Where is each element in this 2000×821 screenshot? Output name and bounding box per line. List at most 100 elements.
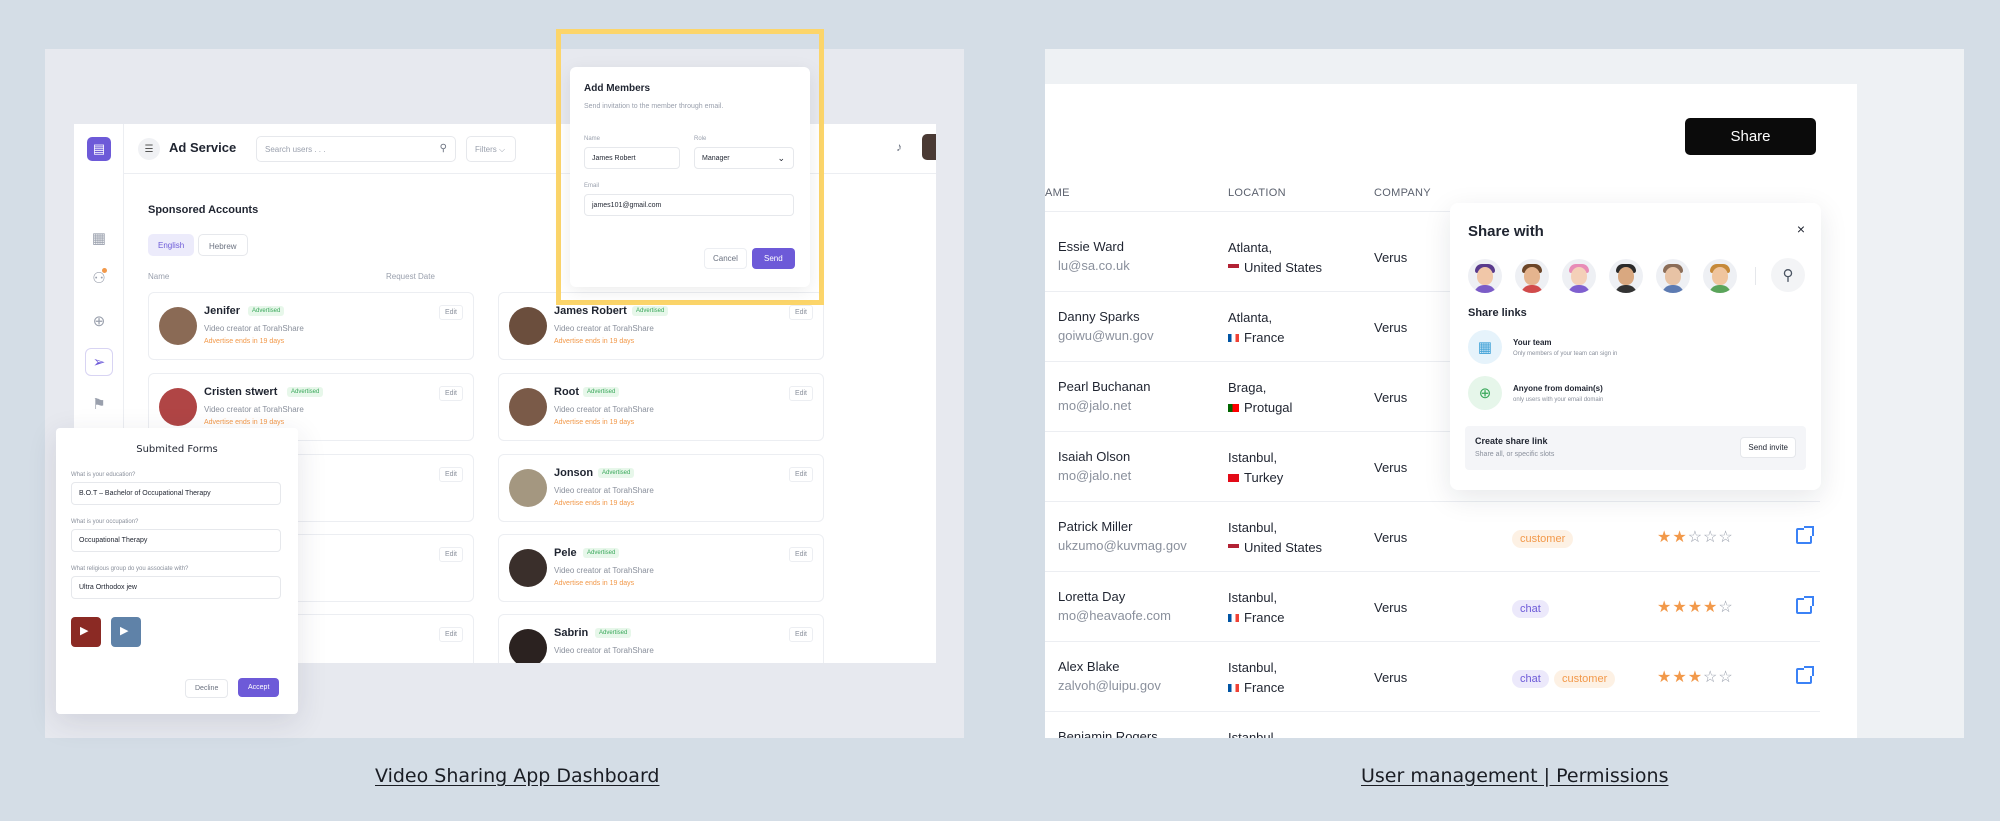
avatar — [509, 388, 547, 426]
app-title: Ad Service — [169, 140, 237, 155]
answer-occupation[interactable]: Occupational Therapy — [71, 529, 281, 552]
role-select[interactable]: Manager ⌄ — [694, 147, 794, 169]
account-card[interactable]: Pele Advertised Video creator at TorahSh… — [498, 534, 824, 602]
status-badge: Advertised — [287, 387, 324, 397]
user-name: Danny Sparks — [1058, 309, 1140, 324]
avatar[interactable] — [1609, 259, 1643, 293]
divider — [1045, 501, 1820, 502]
account-card[interactable]: Jenifer Advertised Video creator at Tora… — [148, 292, 474, 360]
domain-title[interactable]: Anyone from domain(s) — [1513, 384, 1603, 393]
pt-flag-icon — [1228, 404, 1239, 412]
answer-religious-group[interactable]: Ultra Orthodox jew — [71, 576, 281, 599]
rating-stars: ★★☆☆☆ — [1657, 529, 1734, 546]
user-email: goiwu@wun.gov — [1058, 328, 1154, 343]
user-email: lu@sa.co.uk — [1058, 258, 1130, 273]
external-link-icon[interactable] — [1796, 526, 1814, 544]
rating-stars: ★★★★☆ — [1657, 599, 1734, 616]
account-card[interactable]: Sabrin Advertised Video creator at Torah… — [498, 614, 824, 663]
notification-dot — [102, 268, 107, 273]
name-field[interactable]: James Robert — [584, 147, 680, 169]
avatar[interactable] — [1515, 259, 1549, 293]
answer-education[interactable]: B.O.T – Bachelor of Occupational Therapy — [71, 482, 281, 505]
edit-button[interactable]: Edit — [788, 386, 813, 401]
avatar[interactable] — [1468, 259, 1502, 293]
avatar — [159, 307, 197, 345]
account-role: Video creator at TorahShare — [204, 405, 304, 414]
user-country: France — [1228, 610, 1284, 625]
status-badge: Advertised — [248, 306, 285, 316]
user-name: Benjamin Rogers — [1058, 729, 1158, 738]
right-caption[interactable]: User management | Permissions — [1361, 765, 1668, 787]
cancel-button[interactable]: Cancel — [704, 248, 747, 269]
avatar[interactable] — [1562, 259, 1596, 293]
tab-english[interactable]: English — [148, 234, 195, 256]
menu-icon[interactable]: ☰ — [138, 138, 160, 160]
play-icon: ▶ — [120, 625, 129, 637]
share-button[interactable]: Share — [1685, 118, 1816, 155]
account-role: Video creator at TorahShare — [204, 324, 304, 333]
flag-icon[interactable]: ⚑ — [85, 390, 113, 418]
play-icon: ▶ — [80, 625, 89, 637]
edit-button[interactable]: Edit — [788, 467, 813, 482]
divider — [1045, 571, 1820, 572]
edit-button[interactable]: Edit — [788, 547, 813, 562]
avatar[interactable] — [1656, 259, 1690, 293]
external-link-icon[interactable] — [1796, 666, 1814, 684]
email-label: Email — [584, 183, 600, 189]
external-link-icon[interactable] — [1796, 596, 1814, 614]
edit-button[interactable]: Edit — [438, 305, 463, 320]
name-label: Name — [584, 136, 601, 142]
your-team-title[interactable]: Your team — [1513, 338, 1552, 347]
dashboard-icon[interactable]: ▦ — [85, 224, 113, 252]
status-badge: Advertised — [583, 548, 620, 558]
video-thumbnail[interactable]: ▶ — [111, 617, 141, 647]
send-icon[interactable]: ➢ — [85, 348, 113, 376]
accept-button[interactable]: Accept — [238, 678, 280, 697]
user-city: Atlanta, — [1228, 310, 1273, 325]
account-card[interactable]: Root Advertised Video creator at TorahSh… — [498, 373, 824, 441]
edit-button[interactable]: Edit — [438, 467, 463, 482]
column-header-location: LOCATION — [1228, 187, 1286, 199]
email-field[interactable]: james101@gmail.com — [584, 194, 794, 216]
right-showcase-frame: Share AME LOCATION COMPANY Essie Ward lu… — [1045, 49, 1964, 738]
send-invite-button[interactable]: Send invite — [1740, 437, 1796, 458]
account-card[interactable]: Jonson Advertised Video creator at Torah… — [498, 454, 824, 522]
user-company: Verus — [1374, 390, 1408, 405]
your-team-subtitle: Only members of your team can sign in — [1513, 351, 1618, 357]
close-icon[interactable]: × — [1797, 221, 1805, 237]
edit-button[interactable]: Edit — [788, 627, 813, 642]
modal-title: Add Members — [584, 83, 651, 94]
advertise-expiry: Advertise ends in 19 days — [204, 338, 285, 345]
domain-subtitle: only users with your email domain — [1513, 397, 1604, 403]
user-country: Turkey — [1228, 470, 1283, 485]
tab-hebrew[interactable]: Hebrew — [198, 234, 248, 256]
tag-customer: customer — [1554, 670, 1616, 688]
modal-subtitle: Send invitation to the member through em… — [584, 103, 724, 110]
account-role: Video creator at TorahShare — [554, 566, 654, 575]
user-name: Isaiah Olson — [1058, 449, 1131, 464]
avatar[interactable] — [922, 134, 936, 160]
app-logo-icon[interactable]: ▤ — [87, 137, 111, 161]
avatar[interactable] — [1703, 259, 1737, 293]
edit-button[interactable]: Edit — [438, 386, 463, 401]
send-button[interactable]: Send — [752, 248, 795, 269]
user-email: mo@jalo.net — [1058, 468, 1132, 483]
add-circle-icon[interactable]: ⊕ — [85, 307, 113, 335]
search-icon[interactable]: ⚲ — [1771, 258, 1805, 292]
edit-button[interactable]: Edit — [438, 627, 463, 642]
edit-button[interactable]: Edit — [438, 547, 463, 562]
filters-button[interactable]: Filters ⌵ — [466, 136, 516, 162]
user-email: zalvoh@luipu.gov — [1058, 678, 1161, 693]
bell-icon[interactable]: ♪ — [896, 140, 902, 154]
fr-flag-icon — [1228, 614, 1239, 622]
search-input[interactable]: Search users . . . ⚲ — [256, 136, 456, 162]
decline-button[interactable]: Decline — [185, 679, 229, 698]
edit-button[interactable]: Edit — [788, 305, 813, 320]
create-share-link-subtitle: Share all, or specific slots — [1475, 451, 1555, 458]
user-city: Istanbul, — [1228, 590, 1278, 605]
left-caption[interactable]: Video Sharing App Dashboard — [375, 765, 660, 787]
user-city: Atlanta, — [1228, 240, 1273, 255]
video-thumbnail[interactable]: ▶ — [71, 617, 101, 647]
column-header-request-date: Request Date — [386, 272, 435, 281]
users-icon[interactable]: ⚇ — [85, 264, 113, 292]
